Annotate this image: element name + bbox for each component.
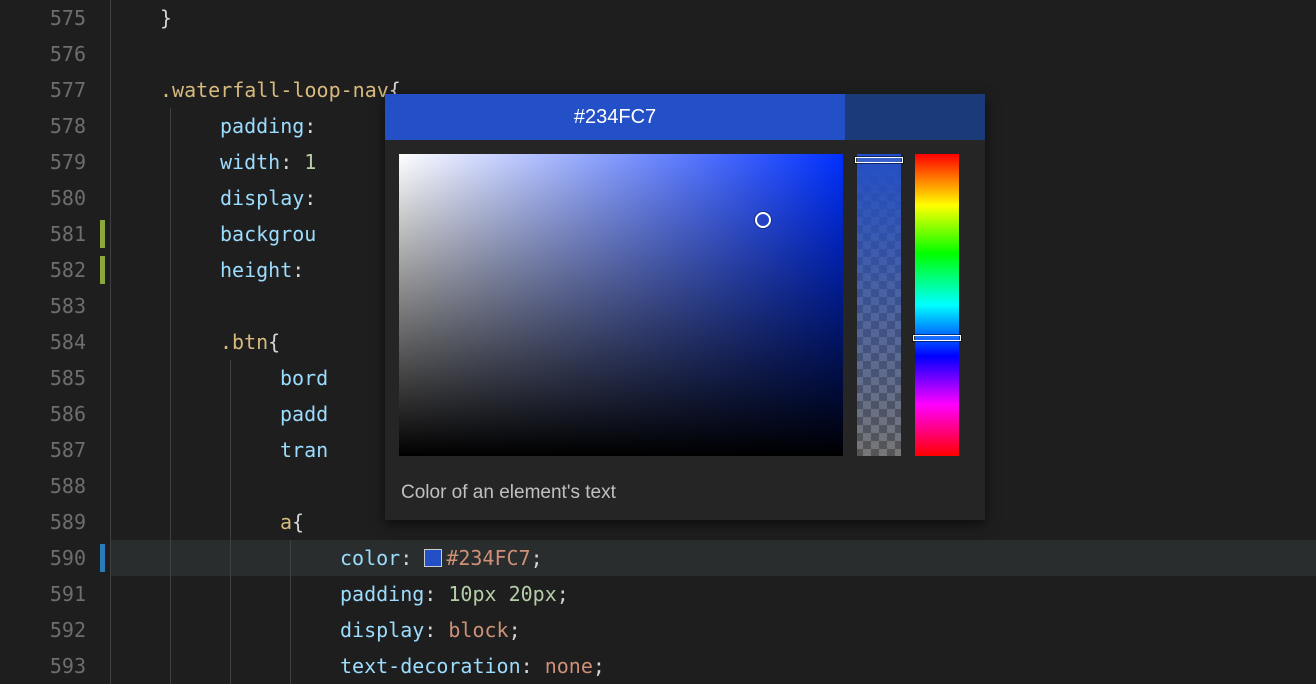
code-token: {	[268, 330, 280, 354]
color-picker-popup: #234FC7 Color of an element's text	[385, 94, 985, 520]
code-token: ;	[593, 654, 605, 678]
code-token: ;	[531, 546, 543, 570]
code-selector: .waterfall-loop-nav	[160, 78, 389, 102]
line-number[interactable]: 593	[0, 648, 100, 684]
hue-slider[interactable]	[915, 154, 959, 456]
code-property: tran	[280, 438, 328, 462]
line-number[interactable]: 592	[0, 612, 100, 648]
color-picker-title[interactable]: #234FC7	[385, 94, 845, 140]
code-token: :	[280, 150, 292, 174]
sv-cursor-icon[interactable]	[755, 212, 771, 228]
hue-thumb[interactable]	[913, 335, 961, 341]
line-number[interactable]: 588	[0, 468, 100, 504]
line-number[interactable]: 584	[0, 324, 100, 360]
color-swatch-icon[interactable]	[424, 549, 442, 567]
code-selector: a	[280, 510, 292, 534]
line-number[interactable]: 578	[0, 108, 100, 144]
saturation-value-field[interactable]	[399, 154, 843, 456]
code-token: :	[424, 618, 436, 642]
code-property: bord	[280, 366, 328, 390]
line-number[interactable]: 579	[0, 144, 100, 180]
code-hex-value: #234FC7	[446, 546, 530, 570]
code-property: backgrou	[220, 222, 316, 246]
code-token: :	[521, 654, 533, 678]
git-added-marker[interactable]	[100, 544, 105, 572]
gutter: 575 576 577 578 579 580 581 582 583 584 …	[0, 0, 110, 684]
line-number[interactable]: 587	[0, 432, 100, 468]
line-number[interactable]: 586	[0, 396, 100, 432]
color-picker-description: Color of an element's text	[385, 470, 985, 520]
code-token: :	[304, 114, 316, 138]
line-number[interactable]: 582	[0, 252, 100, 288]
code-value: none	[533, 654, 593, 678]
code-property: padding	[340, 582, 424, 606]
code-selector: .btn	[220, 330, 268, 354]
code-editor: 575 576 577 578 579 580 581 582 583 584 …	[0, 0, 1316, 684]
code-property: color	[340, 546, 400, 570]
line-number[interactable]: 576	[0, 36, 100, 72]
line-number[interactable]: 591	[0, 576, 100, 612]
alpha-thumb[interactable]	[855, 157, 903, 163]
code-property: height	[220, 258, 292, 282]
code-property: width	[220, 150, 280, 174]
code-token: {	[292, 510, 304, 534]
color-picker-header: #234FC7	[385, 94, 985, 140]
color-picker-mode-toggle[interactable]	[845, 94, 985, 140]
code-value: 10px	[436, 582, 496, 606]
code-token: ;	[557, 582, 569, 606]
line-number[interactable]: 577	[0, 72, 100, 108]
code-token: :	[424, 582, 436, 606]
alpha-slider[interactable]	[857, 154, 901, 456]
line-number[interactable]: 580	[0, 180, 100, 216]
code-token: }	[160, 6, 172, 30]
line-number[interactable]: 575	[0, 0, 100, 36]
code-token: ;	[509, 618, 521, 642]
line-number[interactable]: 585	[0, 360, 100, 396]
code-value: block	[436, 618, 508, 642]
code-property: padd	[280, 402, 328, 426]
line-number[interactable]: 589	[0, 504, 100, 540]
line-number[interactable]: 583	[0, 288, 100, 324]
code-property: display	[220, 186, 304, 210]
code-token: :	[304, 186, 316, 210]
code-token: :	[400, 546, 412, 570]
code-value: 1	[292, 150, 316, 174]
code-value: 20px	[497, 582, 557, 606]
git-modified-marker[interactable]	[100, 256, 105, 284]
code-property: text-decoration	[340, 654, 521, 678]
line-number[interactable]: 581	[0, 216, 100, 252]
git-modified-marker[interactable]	[100, 220, 105, 248]
code-token: :	[292, 258, 304, 282]
line-number[interactable]: 590	[0, 540, 100, 576]
code-property: display	[340, 618, 424, 642]
code-property: padding	[220, 114, 304, 138]
